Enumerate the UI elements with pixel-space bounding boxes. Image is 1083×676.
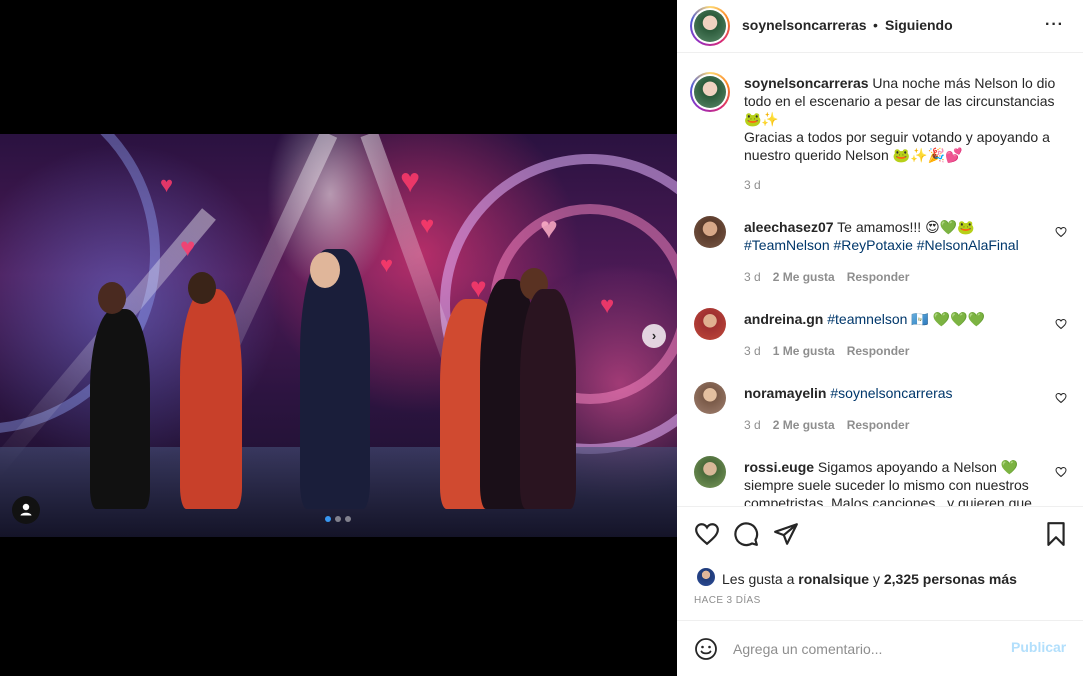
carousel-dot bbox=[345, 516, 351, 522]
author-username[interactable]: soynelsoncarreras bbox=[742, 17, 867, 33]
commenter-avatar[interactable] bbox=[694, 216, 726, 248]
carousel-dot bbox=[325, 516, 331, 522]
comment-meta: 3 d 2 Me gusta Responder bbox=[744, 418, 909, 432]
caption-text-second: Gracias a todos por seguir votando y apo… bbox=[744, 129, 1050, 163]
comment-text: Te amamos!!! 😍💚🐸 bbox=[837, 219, 975, 235]
dancer-figure bbox=[520, 289, 576, 509]
comment-meta: 3 d 2 Me gusta Responder bbox=[744, 270, 909, 284]
heart-decoration: ♥ bbox=[180, 232, 196, 262]
comment-hashtags[interactable]: #TeamNelson #ReyPotaxie #NelsonAlaFinal bbox=[744, 237, 1019, 253]
comment-body: noramayelin #soynelsoncarreras bbox=[744, 384, 1044, 402]
like-comment-heart-icon[interactable] bbox=[1055, 318, 1067, 330]
likes-connector: y bbox=[872, 571, 880, 587]
caption-username[interactable]: soynelsoncarreras bbox=[744, 75, 869, 91]
caption-time: 3 d bbox=[744, 178, 761, 192]
comment-text: 💚💚💚 bbox=[932, 311, 985, 327]
heart-decoration: ♥ bbox=[160, 172, 174, 197]
follow-status-button[interactable]: Siguiendo bbox=[885, 17, 953, 33]
author-avatar[interactable] bbox=[690, 6, 730, 46]
comment-likes[interactable]: 1 Me gusta bbox=[773, 344, 835, 358]
comment-input[interactable] bbox=[733, 639, 993, 659]
commenter-avatar[interactable] bbox=[694, 308, 726, 340]
commenter-username[interactable]: noramayelin bbox=[744, 385, 826, 401]
tagged-users-button[interactable] bbox=[12, 496, 40, 524]
post-side-panel: soynelsoncarreras • Siguiendo ··· soynel… bbox=[677, 0, 1083, 676]
emoji-smiley-icon[interactable] bbox=[694, 637, 718, 661]
comment-reply-button[interactable]: Responder bbox=[847, 270, 910, 284]
commenter-username[interactable]: aleechasez07 bbox=[744, 219, 834, 235]
comment-reply-button[interactable]: Responder bbox=[847, 418, 910, 432]
post-header: soynelsoncarreras • Siguiendo ··· bbox=[677, 0, 1083, 53]
commenter-avatar[interactable] bbox=[694, 456, 726, 488]
publish-button[interactable]: Publicar bbox=[1011, 639, 1066, 655]
singer-head bbox=[310, 252, 340, 288]
comment-reply-button[interactable]: Responder bbox=[847, 344, 910, 358]
likes-summary: Les gusta a ronalsique y 2,325 personas … bbox=[722, 571, 1017, 587]
liker-username[interactable]: ronalsique bbox=[798, 571, 869, 587]
heart-decoration: ♥ bbox=[420, 212, 435, 239]
heart-decoration: ♥ bbox=[400, 162, 421, 200]
dancer-figure bbox=[90, 309, 150, 509]
add-comment-bar: Publicar bbox=[677, 620, 1083, 676]
comment-time: 3 d bbox=[744, 418, 761, 432]
header-separator: • bbox=[873, 17, 878, 33]
heart-decoration: ♥ bbox=[380, 252, 394, 277]
comment-likes[interactable]: 2 Me gusta bbox=[773, 270, 835, 284]
like-comment-heart-icon[interactable] bbox=[1055, 466, 1067, 478]
share-paper-plane-icon[interactable] bbox=[773, 521, 799, 547]
post-actions: Les gusta a ronalsique y 2,325 personas … bbox=[677, 506, 1083, 616]
commenter-avatar[interactable] bbox=[694, 382, 726, 414]
dancer-figure bbox=[180, 289, 242, 509]
commenter-username[interactable]: rossi.euge bbox=[744, 459, 814, 475]
comment-hashtags[interactable]: #soynelsoncarreras bbox=[830, 385, 952, 401]
dancer-head bbox=[98, 282, 126, 314]
heart-decoration: ♥ bbox=[600, 292, 615, 319]
comment-time: 3 d bbox=[744, 344, 761, 358]
comment-body: rossi.euge Sigamos apoyando a Nelson 💚 s… bbox=[744, 458, 1044, 506]
likes-count-link[interactable]: 2,325 personas más bbox=[884, 571, 1017, 587]
heart-decoration: ♥ bbox=[470, 272, 487, 303]
like-heart-icon[interactable] bbox=[694, 521, 720, 547]
comment-body: aleechasez07 Te amamos!!! 😍💚🐸 #TeamNelso… bbox=[744, 218, 1044, 254]
liker-avatar[interactable] bbox=[696, 567, 716, 587]
person-icon bbox=[20, 503, 32, 516]
carousel-dot bbox=[335, 516, 341, 522]
more-options-icon[interactable]: ··· bbox=[1045, 16, 1064, 34]
avatar-image bbox=[694, 10, 726, 42]
caption-author-avatar[interactable] bbox=[690, 72, 730, 112]
likes-prefix: Les gusta a bbox=[722, 571, 795, 587]
comment-body: andreina.gn #teamnelson 🇬🇹 💚💚💚 bbox=[744, 310, 1044, 328]
commenter-username[interactable]: andreina.gn bbox=[744, 311, 823, 327]
carousel-next-button[interactable]: › bbox=[642, 324, 666, 348]
comment-hashtags[interactable]: #teamnelson 🇬🇹 bbox=[827, 311, 929, 327]
comment-likes[interactable]: 2 Me gusta bbox=[773, 418, 835, 432]
heart-decoration: ♥ bbox=[540, 212, 558, 245]
avatar-image bbox=[694, 76, 726, 108]
save-bookmark-icon[interactable] bbox=[1043, 521, 1069, 547]
caption-text-block: soynelsoncarreras Una noche más Nelson l… bbox=[744, 74, 1062, 164]
post-timestamp: HACE 3 DÍAS bbox=[694, 595, 761, 606]
singer-figure bbox=[300, 249, 370, 509]
post-photo[interactable]: ♥ ♥ ♥ ♥ ♥ ♥ ♥ ♥ ♥ › bbox=[0, 134, 677, 537]
like-comment-heart-icon[interactable] bbox=[1055, 392, 1067, 404]
carousel-indicator bbox=[325, 516, 351, 522]
dancer-head bbox=[188, 272, 216, 304]
comments-list[interactable]: soynelsoncarreras Una noche más Nelson l… bbox=[677, 54, 1083, 506]
comment-time: 3 d bbox=[744, 270, 761, 284]
media-pane: ♥ ♥ ♥ ♥ ♥ ♥ ♥ ♥ ♥ › bbox=[0, 0, 677, 676]
comment-meta: 3 d 1 Me gusta Responder bbox=[744, 344, 909, 358]
like-comment-heart-icon[interactable] bbox=[1055, 226, 1067, 238]
comment-bubble-icon[interactable] bbox=[733, 521, 759, 547]
